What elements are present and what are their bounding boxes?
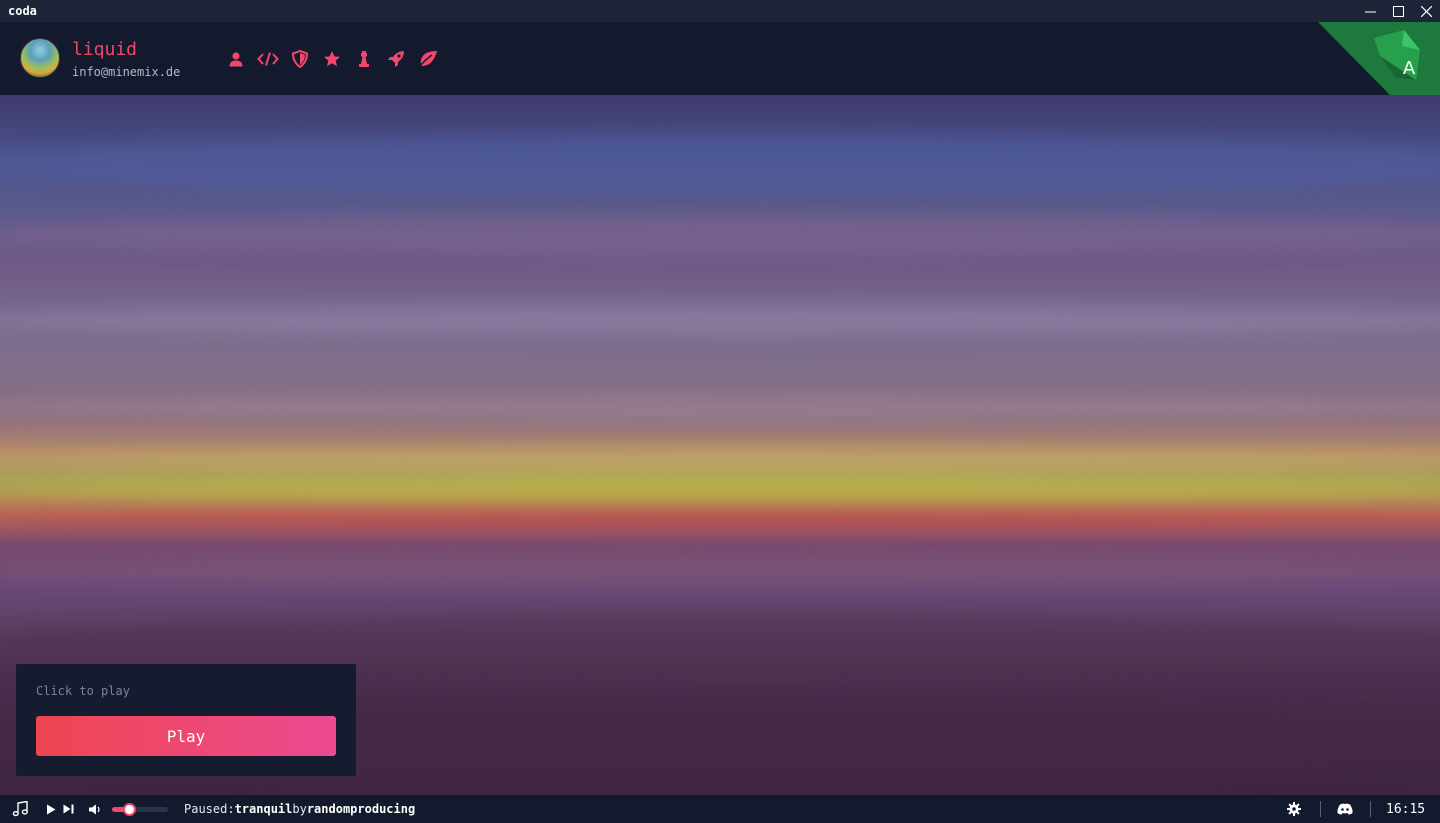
chess-rook-icon[interactable] <box>353 48 375 70</box>
track-title: tranquil <box>234 802 293 816</box>
now-playing: Paused: tranquil by randomproducing <box>184 795 415 823</box>
play-hint: Click to play <box>36 684 130 698</box>
separator <box>1320 801 1321 817</box>
player-status: Paused: <box>184 802 235 816</box>
volume-slider[interactable] <box>112 803 168 816</box>
discord-icon[interactable] <box>1336 795 1354 823</box>
separator <box>1370 801 1371 817</box>
user-icon[interactable] <box>225 48 247 70</box>
music-note-icon[interactable] <box>10 795 30 823</box>
rocket-icon[interactable] <box>385 48 407 70</box>
window-title: coda <box>8 4 37 18</box>
clock: 16:15 <box>1386 801 1426 817</box>
window-titlebar: coda <box>0 0 1440 22</box>
username: liquid <box>72 39 138 60</box>
avatar[interactable] <box>20 38 60 78</box>
minimize-icon[interactable] <box>1356 0 1384 22</box>
play-button[interactable]: Play <box>36 716 336 756</box>
window-controls <box>1356 0 1440 22</box>
volume-slider-knob[interactable] <box>123 803 136 816</box>
leaf-icon[interactable] <box>417 48 439 70</box>
shield-icon[interactable] <box>289 48 311 70</box>
skip-next-icon[interactable] <box>61 795 75 823</box>
play-icon[interactable] <box>44 795 58 823</box>
play-card: Click to play Play <box>16 664 356 776</box>
user-email: info@minemix.de <box>72 65 181 79</box>
volume-icon[interactable] <box>88 795 102 823</box>
star-icon[interactable] <box>321 48 343 70</box>
close-icon[interactable] <box>1412 0 1440 22</box>
maximize-icon[interactable] <box>1384 0 1412 22</box>
track-artist: randomproducing <box>306 802 416 816</box>
code-icon[interactable] <box>257 48 279 70</box>
nav-icon-bar <box>225 48 439 70</box>
track-by: by <box>292 802 307 816</box>
app-header: liquid info@minemix.de A <box>0 22 1440 95</box>
corner-badge-letter: A <box>1403 58 1416 79</box>
corner-badge[interactable]: A <box>1318 22 1440 95</box>
player-bar: Paused: tranquil by randomproducing 16:1… <box>0 795 1440 823</box>
gear-icon[interactable] <box>1285 795 1303 823</box>
